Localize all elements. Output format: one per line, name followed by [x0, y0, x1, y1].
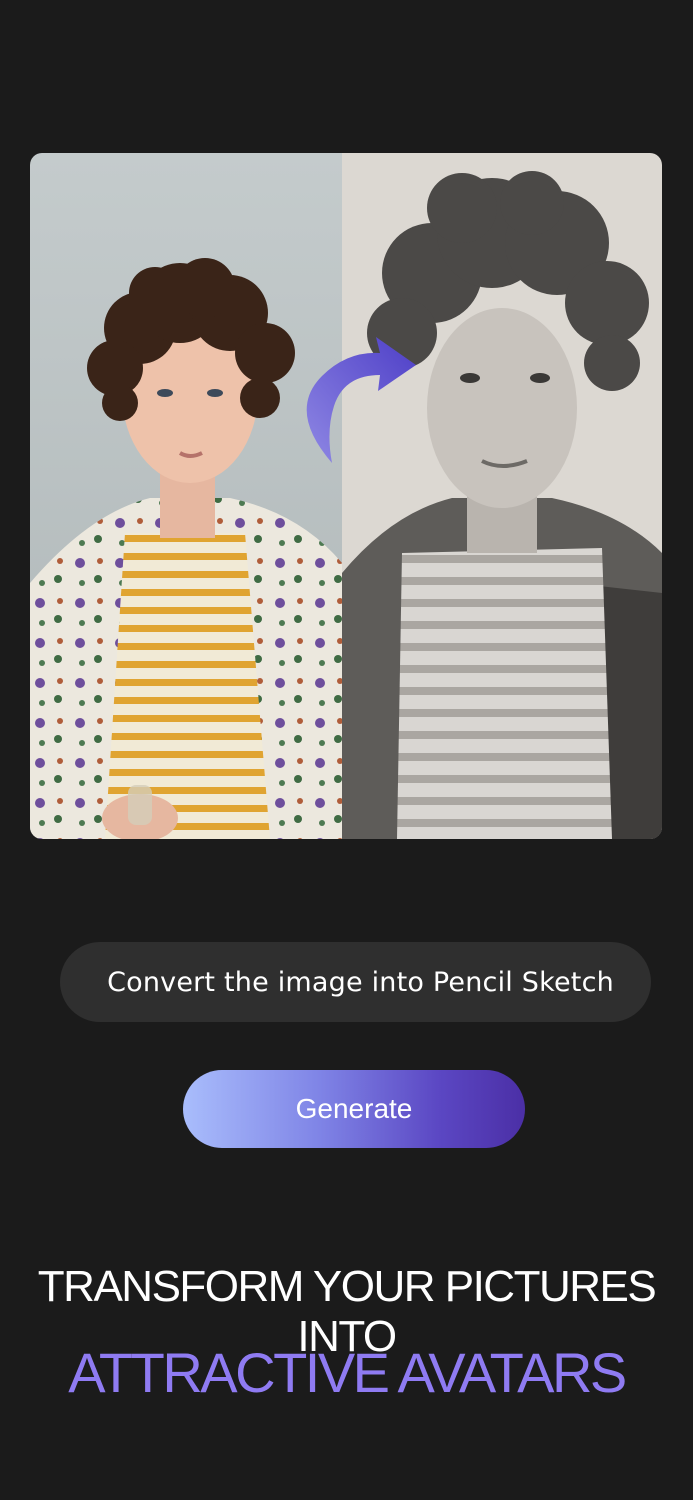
generate-button[interactable]: Generate — [183, 1070, 525, 1148]
curved-arrow-right-icon — [292, 321, 424, 469]
prompt-input[interactable]: Convert the image into Pencil Sketch — [60, 942, 651, 1022]
pencil-sketch-photo — [342, 153, 662, 839]
generate-button-label: Generate — [295, 1093, 413, 1124]
prompt-text: Convert the image into Pencil Sketch — [107, 966, 614, 998]
original-photo — [30, 153, 342, 839]
headline-line-2: ATTRACTIVE AVATARS — [68, 1341, 627, 1404]
before-after-comparison — [30, 153, 662, 839]
